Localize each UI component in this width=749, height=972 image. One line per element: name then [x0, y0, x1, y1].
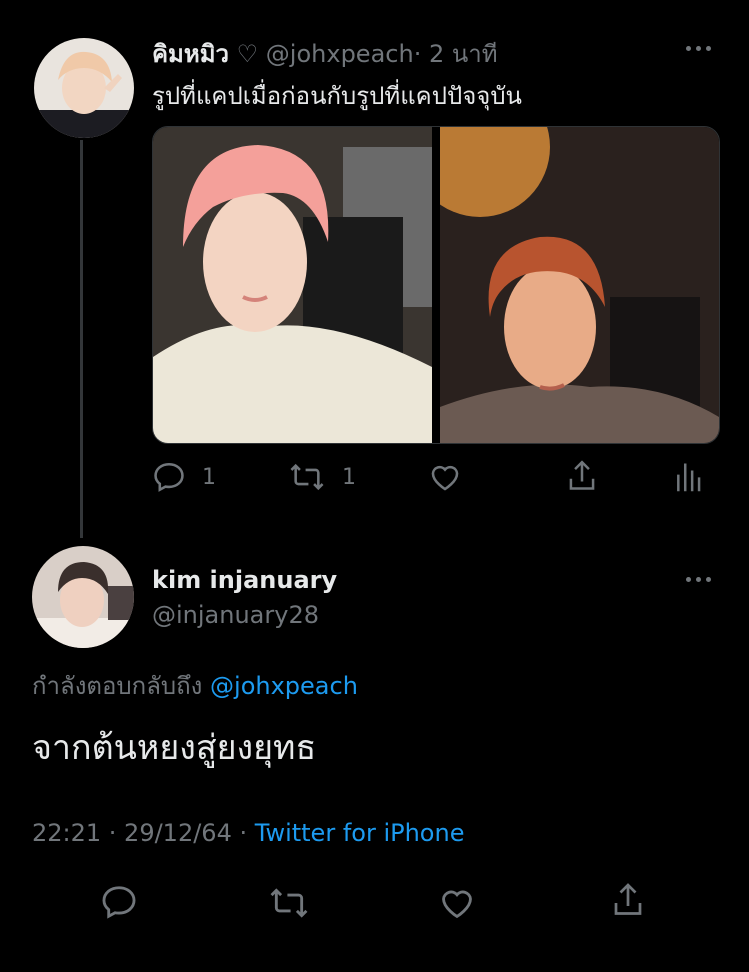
tweet-text: รูปที่แคปเมื่อก่อนกับรูปที่แคปปัจจุบัน [152, 82, 522, 110]
like-icon[interactable] [438, 884, 476, 922]
more-icon[interactable] [686, 577, 711, 582]
tweet-meta: 22:21 · 29/12/64 · Twitter for iPhone [32, 819, 464, 847]
retweet-action[interactable]: 1 [288, 460, 356, 494]
handle[interactable]: @injanuary28 [152, 601, 319, 629]
share-icon[interactable] [610, 880, 646, 920]
reply-icon[interactable] [100, 883, 138, 921]
handle[interactable]: @johxpeach [266, 40, 414, 68]
time-ago[interactable]: 2 นาที [429, 40, 498, 68]
tweet-header: คิมหมิว ♡ @johxpeach· 2 นาที [152, 34, 498, 73]
retweet-count: 1 [342, 464, 356, 490]
media-photo-2[interactable] [440, 127, 719, 443]
replying-to: กำลังตอบกลับถึง @johxpeach [32, 666, 358, 705]
avatar[interactable] [32, 546, 134, 648]
reply-icon[interactable] [152, 460, 186, 494]
reply-action[interactable]: 1 [152, 460, 216, 494]
replying-to-label: กำลังตอบกลับถึง [32, 672, 203, 700]
separator: · [413, 40, 422, 68]
replying-to-handle[interactable]: @johxpeach [210, 672, 358, 700]
retweet-icon[interactable] [268, 884, 310, 922]
reply-count: 1 [202, 464, 216, 490]
avatar[interactable] [34, 38, 134, 138]
analytics-icon[interactable] [674, 458, 702, 494]
tweet-media[interactable] [152, 126, 720, 444]
media-photo-1[interactable] [153, 127, 432, 443]
share-icon[interactable] [565, 458, 599, 494]
display-name[interactable]: คิมหมิว [152, 40, 229, 68]
heart-symbol: ♡ [236, 40, 259, 68]
source-link[interactable]: Twitter for iPhone [255, 819, 465, 847]
retweet-icon[interactable] [288, 460, 326, 494]
reply-text: จากต้นหยงสู่ยงยุทธ [32, 728, 317, 768]
timestamp[interactable]: 22:21 · 29/12/64 · [32, 819, 247, 847]
more-icon[interactable] [686, 46, 711, 51]
display-name[interactable]: kim injanuary [152, 566, 337, 594]
like-icon[interactable] [428, 460, 462, 494]
thread-connector [80, 140, 83, 538]
